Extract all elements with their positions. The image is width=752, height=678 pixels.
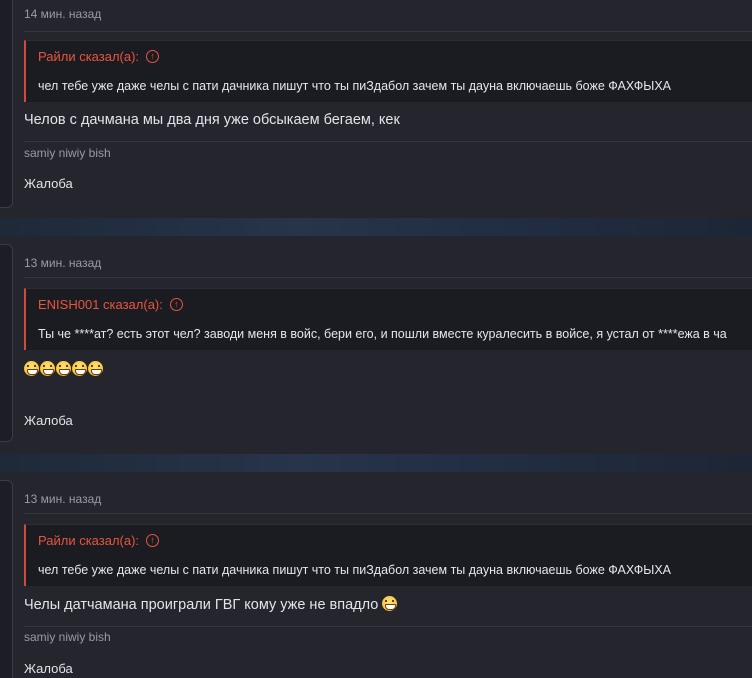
- grinning-face-icon: [88, 361, 103, 376]
- forum-thread: 4 3 14 мин. назад Райли сказал(а): ↑ чел…: [0, 0, 752, 678]
- forum-post: 4 3 14 мин. назад Райли сказал(а): ↑ чел…: [0, 0, 752, 218]
- post-separator: [0, 218, 752, 236]
- quote-block: Райли сказал(а): ↑ чел теб​е уже даже че…: [24, 524, 752, 586]
- quote-block: Райли сказал(а): ↑ чел теб​е уже даже че…: [24, 40, 752, 102]
- arrow-up-circle-icon[interactable]: ↑: [146, 50, 160, 63]
- quote-author-link[interactable]: Райли сказал(а): ↑: [38, 49, 160, 64]
- arrow-up-circle-icon[interactable]: ↑: [169, 298, 183, 311]
- quote-text: чел теб​е уже даже челы с пати дачника п…: [38, 79, 752, 93]
- quote-author: Райли сказал(а):: [38, 533, 140, 548]
- quote-author: Райли сказал(а):: [38, 49, 140, 64]
- quote-author: ENISH001 сказал(а):: [38, 297, 163, 312]
- grinning-face-icon: [24, 361, 39, 376]
- report-link[interactable]: Жалоба: [24, 661, 73, 676]
- signature: samiy niwiy bish: [24, 146, 111, 160]
- divider: [24, 277, 752, 278]
- divider: [24, 141, 752, 142]
- forum-post: 4 3 13 мин. назад Райли сказал(а): ↑ чел…: [0, 472, 752, 678]
- signature: samiy niwiy bish: [24, 630, 111, 644]
- report-link[interactable]: Жалоба: [24, 413, 73, 428]
- user-card[interactable]: 4 3: [0, 0, 13, 208]
- divider: [24, 31, 752, 32]
- quote-text: Ты че ****ат? есть этот чел? заводи меня…: [38, 327, 752, 341]
- post-message: [24, 361, 104, 378]
- user-card[interactable]: 3 4: [0, 244, 13, 442]
- arrow-up-circle-icon[interactable]: ↑: [146, 534, 160, 547]
- quote-block: ENISH001 сказал(а): ↑ Ты че ****ат? есть…: [24, 288, 752, 350]
- divider: [24, 513, 752, 514]
- post-timestamp[interactable]: 14 мин. назад: [24, 7, 101, 21]
- quote-author-link[interactable]: ENISH001 сказал(а): ↑: [38, 297, 183, 312]
- quote-author-link[interactable]: Райли сказал(а): ↑: [38, 533, 160, 548]
- post-timestamp[interactable]: 13 мин. назад: [24, 492, 101, 506]
- post-message-text: Челы датчамана проиграли ГВГ кому уже не…: [24, 597, 379, 613]
- quote-text: чел теб​е уже даже челы с пати дачника п…: [38, 563, 752, 577]
- post-separator: [0, 454, 752, 472]
- post-timestamp[interactable]: 13 мин. назад: [24, 256, 101, 270]
- grinning-face-icon: [382, 596, 398, 611]
- post-message: Челов с дачмана мы два дня уже обсыкаем …: [24, 112, 400, 128]
- forum-post: 3 4 13 мин. назад ENISH001 сказал(а): ↑ …: [0, 236, 752, 454]
- report-link[interactable]: Жалоба: [24, 176, 73, 191]
- grinning-face-icon: [72, 361, 87, 376]
- post-message: Челы датчамана проиграли ГВГ кому уже не…: [24, 596, 398, 613]
- grinning-face-icon: [40, 361, 55, 376]
- divider: [24, 626, 752, 627]
- grinning-face-icon: [56, 361, 71, 376]
- user-card[interactable]: 4 3: [0, 480, 13, 678]
